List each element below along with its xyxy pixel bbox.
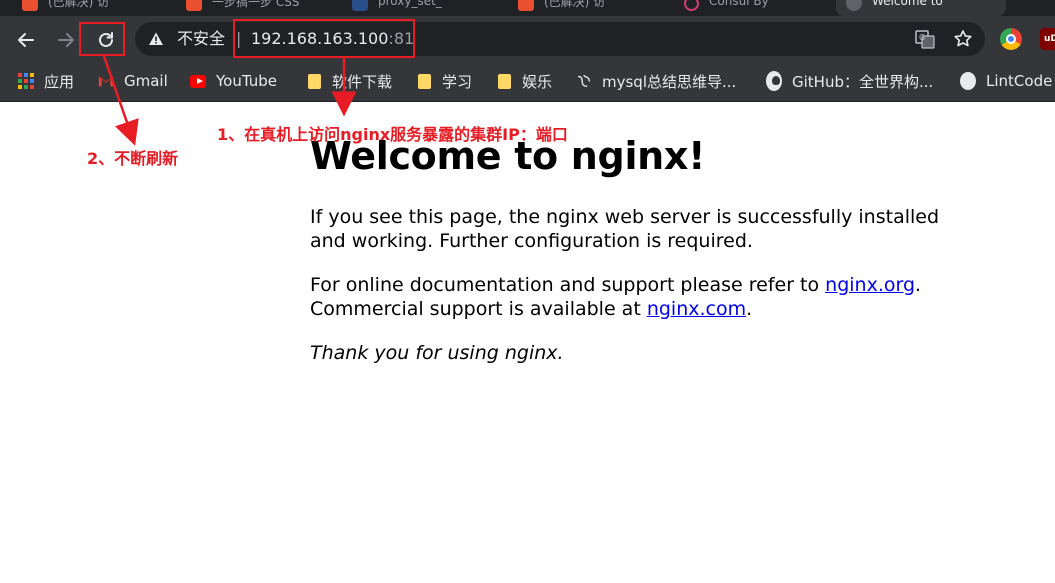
annotation-note-2: 2、不断刷新 [87,149,179,168]
browser-toolbar: 不安全 | 192.168.163.100:81 G uD [0,16,1055,63]
consul-icon [684,0,699,11]
bookmark-folder-software[interactable]: 软件下载 [306,70,392,92]
tab-title: Welcome to [872,0,943,8]
nginx-org-link[interactable]: nginx.org [825,274,915,296]
chrome-extension-icon[interactable] [1000,28,1022,50]
bookmark-label: Gmail [124,72,168,90]
tab-6-active[interactable]: Welcome to [836,0,1006,16]
period: . [915,274,922,296]
tab-title: 一步搞一步 CSS [212,0,300,9]
reload-highlight-box [79,22,125,56]
back-button[interactable] [10,24,42,56]
bookmarks-bar: 应用 Gmail YouTube 软件下载 学习 娱乐 mysql总结思维导..… [0,63,1055,102]
nginx-com-link[interactable]: nginx.com [647,298,746,320]
bookmark-label: 学习 [442,72,473,91]
bookmark-star-icon[interactable] [951,27,975,51]
github-icon [766,71,782,91]
bookmark-label: YouTube [216,72,277,90]
bookmark-label: 软件下载 [332,72,393,91]
tab-2[interactable]: 一步搞一步 CSS [186,0,336,16]
csdn-icon [22,0,38,11]
ublock-icon[interactable]: uD [1040,28,1055,50]
bookmark-folder-fun[interactable]: 娱乐 [496,70,552,92]
bookmark-apps[interactable]: 应用 [18,70,74,92]
bookmark-label: 应用 [44,72,75,91]
tab-5[interactable]: Consul By [684,0,834,16]
docs-icon [352,0,368,11]
bookmark-youtube[interactable]: YouTube [190,70,277,92]
forward-button[interactable] [50,24,82,56]
tab-title: Consul By [709,0,769,8]
globe-icon [846,0,862,11]
bookmark-icon [576,73,592,89]
thanks-paragraph: Thank you for using nginx. [310,342,564,364]
tab-title: (已解决) 访 [48,0,110,9]
forward-arrow-icon [58,33,74,47]
gmail-icon [98,73,114,89]
tab-strip: (已解决) 访 一步搞一步 CSS proxy_set_ (已解决) 访 Con… [0,0,1055,16]
back-arrow-icon [18,33,34,47]
folder-icon [416,73,432,89]
tab-title: (已解决) 访 [544,0,606,9]
bookmark-lintcode[interactable]: LintCode [960,70,1052,92]
commercial-text: Commercial support is available at [310,298,647,320]
security-status[interactable]: 不安全 [177,28,225,50]
support-paragraph: For online documentation and support ple… [310,273,950,321]
translate-icon[interactable]: G [913,27,937,51]
period: . [746,298,753,320]
youtube-icon [190,73,206,89]
folder-icon [496,73,512,89]
csdn-icon [186,0,202,11]
bookmark-mysql[interactable]: mysql总结思维导... [576,70,736,92]
annotation-note-1: 1、在真机上访问nginx服务暴露的集群IP：端口 [217,125,568,144]
folder-icon [306,73,322,89]
url-highlight-box [233,19,415,58]
bookmark-label: GitHub：全世界构... [792,72,934,91]
bookmark-label: LintCode [986,72,1053,90]
tab-3[interactable]: proxy_set_ [352,0,502,16]
bookmark-label: 娱乐 [522,72,553,91]
bookmark-gmail[interactable]: Gmail [98,70,168,92]
intro-paragraph: If you see this page, the nginx web serv… [310,206,940,252]
tab-title: proxy_set_ [378,0,442,8]
bookmark-label: mysql总结思维导... [602,72,737,91]
warning-icon[interactable] [148,31,164,47]
svg-text:G: G [919,33,925,42]
bookmark-folder-study[interactable]: 学习 [416,70,472,92]
bookmark-github[interactable]: GitHub：全世界构... [766,70,933,92]
tab-1[interactable]: (已解决) 访 [22,0,172,16]
tab-4[interactable]: (已解决) 访 [518,0,668,16]
support-text: For online documentation and support ple… [310,274,826,296]
globe-icon [960,72,976,90]
apps-grid-icon [18,73,34,89]
csdn-icon [518,0,534,11]
